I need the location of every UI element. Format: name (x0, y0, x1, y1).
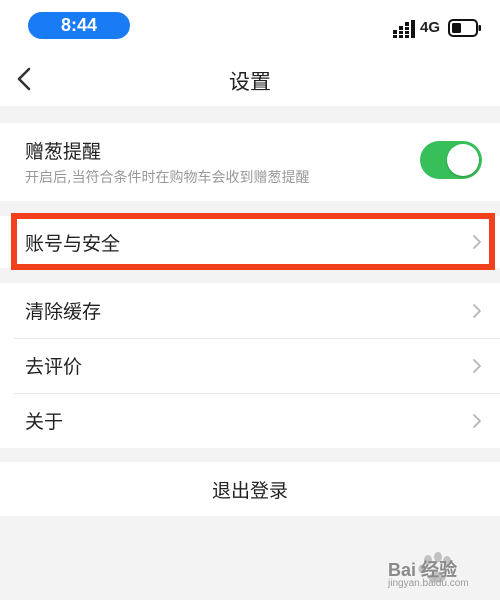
watermark-url: jingyan.baidu.com (388, 578, 469, 589)
status-bar: 8:44 4G (0, 0, 500, 52)
battery-icon (448, 19, 481, 37)
menu-item-label: 清除缓存 (25, 301, 102, 323)
chevron-right-icon (473, 235, 481, 249)
nav-bar: 设置 (0, 52, 500, 106)
settings-menu: 清除缓存 去评价 关于 (0, 283, 500, 448)
account-security-label: 账号与安全 (25, 232, 121, 255)
network-label: 4G (420, 19, 441, 36)
menu-item-rate[interactable]: 去评价 (0, 338, 500, 393)
chevron-right-icon (473, 414, 481, 428)
account-security-row[interactable]: 账号与安全 (0, 216, 500, 268)
menu-item-clear-cache[interactable]: 清除缓存 (0, 283, 500, 338)
chevron-right-icon (473, 359, 481, 373)
chevron-right-icon (473, 304, 481, 318)
signal-icon (393, 20, 415, 38)
gift-reminder-description: 开启后,当符合条件时在购物车会收到赠葱提醒 (25, 170, 310, 186)
page-title: 设置 (229, 70, 271, 94)
gift-reminder-toggle[interactable] (420, 141, 482, 179)
account-security-group: 账号与安全 (0, 216, 500, 268)
menu-item-label: 去评价 (25, 356, 83, 378)
gift-reminder-title: 赠葱提醒 (25, 141, 102, 163)
menu-item-about[interactable]: 关于 (0, 393, 500, 448)
status-time: 8:44 (28, 12, 130, 39)
toggle-knob (447, 144, 479, 176)
menu-item-label: 关于 (25, 411, 64, 433)
gift-reminder-setting: 赠葱提醒 开启后,当符合条件时在购物车会收到赠葱提醒 (0, 123, 500, 201)
logout-button[interactable]: 退出登录 (0, 462, 500, 516)
logout-label: 退出登录 (211, 479, 288, 502)
logout-group: 退出登录 (0, 462, 500, 516)
